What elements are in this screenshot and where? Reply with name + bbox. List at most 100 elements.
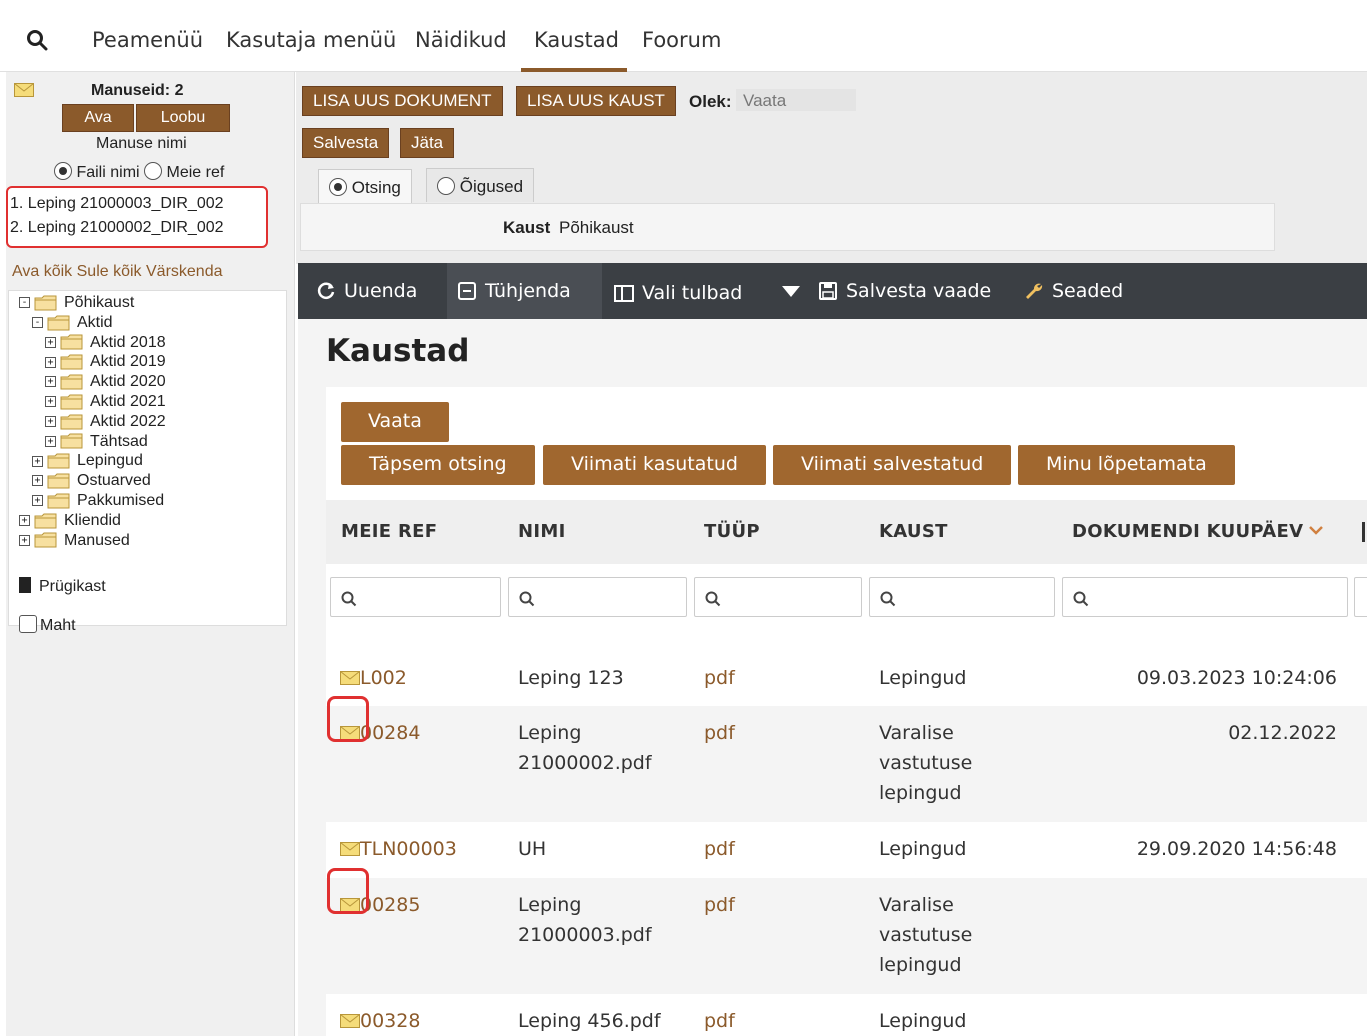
tree-item[interactable]: + Aktid 2021	[45, 392, 166, 412]
tree-item[interactable]: + Aktid 2022	[45, 412, 166, 432]
columns-button[interactable]: Vali tulbad	[604, 265, 754, 321]
expand-icon[interactable]: +	[45, 356, 56, 368]
row-type[interactable]: pdf	[704, 1006, 735, 1036]
row-type[interactable]: pdf	[704, 834, 735, 864]
envelope-icon[interactable]	[340, 1014, 360, 1028]
column-our-ref[interactable]: MEIE REF	[341, 521, 437, 542]
column-folder[interactable]: KAUST	[879, 521, 948, 542]
attachment-item[interactable]: 1. Leping 21000003_DIR_002	[10, 195, 224, 213]
row-date: 29.09.2020 14:56:48	[1136, 838, 1337, 860]
filter-next[interactable]	[1354, 577, 1367, 617]
row-ref[interactable]: TLN00003	[340, 834, 457, 864]
add-folder-button[interactable]: LISA UUS KAUST	[516, 86, 676, 116]
filter-folder[interactable]	[869, 577, 1055, 617]
tree-item-label: Aktid 2018	[90, 333, 166, 351]
envelope-icon[interactable]	[340, 671, 360, 685]
search-icon[interactable]	[26, 29, 48, 51]
radio-rights[interactable]	[437, 177, 455, 195]
nav-kaustad[interactable]: Kaustad	[534, 28, 619, 52]
collapse-icon[interactable]: -	[32, 317, 43, 329]
row-ref[interactable]: 00328	[340, 1006, 420, 1036]
expand-icon[interactable]: +	[45, 435, 56, 447]
add-document-button[interactable]: LISA UUS DOKUMENT	[302, 86, 503, 116]
folder-value: Põhikaust	[559, 218, 634, 237]
row-type[interactable]: pdf	[704, 718, 735, 748]
filter-name[interactable]	[508, 577, 687, 617]
expand-icon[interactable]: +	[32, 475, 43, 487]
tree-item[interactable]: + Lepingud	[32, 451, 143, 471]
tab-search[interactable]: Otsing	[318, 169, 412, 203]
tree-item[interactable]: + Aktid 2020	[45, 372, 166, 392]
table-row[interactable]: 00328 Leping 456.pdf pdf Lepingud	[326, 994, 1367, 1036]
row-type[interactable]: pdf	[704, 890, 735, 920]
tree-item[interactable]: + Tähtsad	[45, 432, 148, 452]
columns-label: Vali tulbad	[642, 282, 743, 304]
tab-rights[interactable]: Õigused	[426, 168, 535, 202]
trash-label: Prügikast	[39, 578, 106, 595]
expand-icon[interactable]: +	[45, 396, 56, 408]
size-checkbox[interactable]	[19, 615, 37, 633]
table-row[interactable]: TLN00003 UH pdf Lepingud 29.09.2020 14:56:48	[326, 822, 1367, 878]
trash-item[interactable]: Prügikast	[19, 577, 106, 596]
collapse-icon[interactable]: -	[19, 297, 30, 309]
envelope-icon	[14, 83, 34, 97]
save-icon	[819, 282, 837, 300]
table-row[interactable]: 00284 Leping 21000002.pdf pdf Varalise vastut…	[326, 706, 1367, 822]
open-button[interactable]: Ava	[62, 104, 134, 132]
column-document-date[interactable]: DOKUMENDI KUUPÄEV	[1072, 521, 1303, 542]
tree-item[interactable]: + Manused	[19, 531, 130, 551]
nav-kasutaja-menuu[interactable]: Kasutaja menüü	[226, 28, 396, 52]
row-folder-line: Varalise	[879, 722, 954, 744]
settings-button[interactable]: Seaded	[1014, 263, 1154, 319]
columns-icon	[614, 285, 634, 302]
filter-our-ref[interactable]	[330, 577, 501, 617]
expand-icon[interactable]: +	[45, 416, 56, 428]
nav-naidikud[interactable]: Näidikud	[415, 28, 507, 52]
expand-icon[interactable]: +	[45, 376, 56, 388]
radio-ourref[interactable]	[144, 162, 163, 180]
envelope-icon[interactable]	[340, 842, 360, 856]
expand-icon[interactable]: +	[32, 495, 43, 507]
tree-item[interactable]: + Ostuarved	[32, 471, 151, 491]
expand-icon[interactable]: +	[32, 455, 43, 467]
discard-button[interactable]: Jäta	[400, 128, 455, 158]
row-type[interactable]: pdf	[704, 663, 735, 693]
tree-item[interactable]: + Pakkumised	[32, 491, 164, 511]
refresh-button[interactable]: Uuenda	[306, 263, 446, 319]
nav-foorum[interactable]: Foorum	[642, 28, 721, 52]
filter-document-date[interactable]	[1062, 577, 1348, 617]
expand-icon[interactable]: +	[19, 534, 30, 546]
row-name: Leping 21000003.pdf	[518, 890, 652, 950]
row-ref[interactable]: L002	[340, 663, 407, 693]
chevron-down-icon[interactable]	[782, 286, 800, 298]
save-button[interactable]: Salvesta	[302, 128, 390, 158]
save-view-button[interactable]: Salvesta vaade	[808, 263, 1008, 319]
view-button[interactable]: Vaata	[341, 402, 449, 442]
tree-item[interactable]: + Aktid 2018	[45, 333, 166, 353]
expand-icon[interactable]: +	[19, 515, 30, 527]
my-unfinished-button[interactable]: Minu lõpetamata	[1018, 445, 1235, 485]
recently-used-button[interactable]: Viimati kasutatud	[543, 445, 766, 485]
attachment-item[interactable]: 2. Leping 21000002_DIR_002	[10, 219, 224, 237]
radio-filename[interactable]	[54, 162, 72, 180]
filter-type[interactable]	[694, 577, 862, 617]
tree-item[interactable]: + Aktid 2019	[45, 352, 166, 372]
tree-actions[interactable]: Ava kõik Sule kõik Värskenda	[12, 263, 222, 281]
advanced-search-button[interactable]: Täpsem otsing	[341, 445, 535, 485]
expand-icon[interactable]: +	[45, 336, 56, 348]
radio-search[interactable]	[329, 178, 347, 196]
tree-item[interactable]: - Põhikaust	[19, 293, 134, 313]
tree-item[interactable]: + Kliendid	[19, 511, 121, 531]
recently-saved-button[interactable]: Viimati salvestatud	[773, 445, 1012, 485]
table-row[interactable]: 00285 Leping 21000003.pdf pdf Varalise vastut…	[326, 878, 1367, 994]
tree-item-label: Ostuarved	[77, 472, 151, 490]
column-name[interactable]: NIMI	[518, 521, 566, 542]
search-icon	[341, 591, 357, 607]
clear-button[interactable]: Tühjenda	[447, 263, 602, 319]
table-row[interactable]: L002 Leping 123 pdf Lepingud 09.03.2023 10:2…	[326, 651, 1367, 706]
cancel-button[interactable]: Loobu	[136, 104, 230, 132]
sort-chevron-icon[interactable]	[1308, 524, 1324, 536]
nav-peamenuu[interactable]: Peamenüü	[92, 28, 203, 52]
tree-item[interactable]: - Aktid	[32, 313, 113, 333]
column-type[interactable]: TÜÜP	[704, 521, 760, 542]
